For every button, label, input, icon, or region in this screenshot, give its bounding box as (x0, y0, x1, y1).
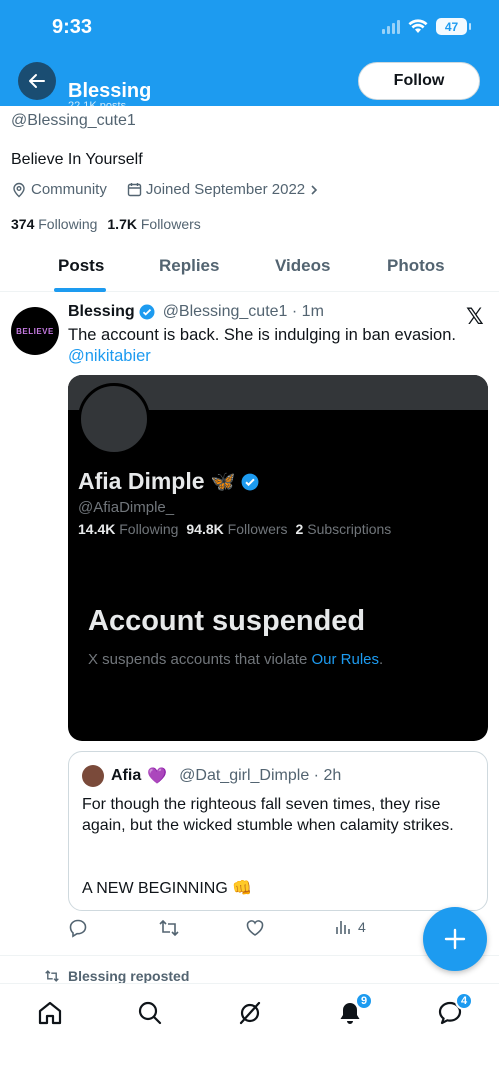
nav-notifications[interactable]: 9 (335, 992, 373, 1028)
media-suspended-title: Account suspended (88, 605, 366, 637)
tab-videos[interactable]: Videos (275, 256, 330, 276)
compose-button[interactable] (423, 907, 487, 971)
profile-header: 9:33 47 Blessing 22.1K posts Follow (0, 0, 499, 106)
reply-button[interactable] (68, 918, 88, 938)
heart-icon (246, 920, 264, 936)
battery-icon: 47 (436, 18, 471, 35)
bottom-nav: 9 4 (0, 983, 499, 1080)
category-label: Community (31, 181, 107, 198)
like-button[interactable] (245, 918, 265, 938)
tweet-header: Blessing @Blessing_cute1 · 1m (68, 303, 324, 321)
views-icon (336, 921, 350, 934)
tweet-text: The account is back. She is indulging in… (68, 326, 456, 344)
profile-handle: @Blessing_cute1 (11, 112, 136, 129)
media-suspended-desc: X suspends accounts that violate Our Rul… (88, 651, 384, 668)
tweet-mention[interactable]: @nikitabier (68, 347, 151, 366)
reposted-indicator: Blessing reposted (44, 969, 189, 983)
views-button[interactable]: 4 (334, 918, 366, 936)
wifi-icon (408, 19, 428, 33)
arrow-left-icon (29, 74, 45, 88)
repost-icon (159, 919, 179, 937)
messages-badge: 4 (455, 992, 473, 1010)
verified-badge-icon (242, 473, 259, 490)
butterfly-icon: 🦋 (210, 471, 236, 493)
verified-badge-icon (139, 304, 155, 320)
nav-grok[interactable] (235, 998, 265, 1028)
header-post-count: 22.1K posts (68, 100, 127, 106)
profile-meta: Community Joined September 2022 (11, 181, 319, 198)
quote-avatar (82, 765, 104, 787)
tab-photos[interactable]: Photos (387, 256, 445, 276)
repost-button[interactable] (158, 918, 180, 938)
active-tab-indicator (54, 288, 106, 292)
tweet-author-name[interactable]: Blessing (68, 303, 135, 321)
tweet-avatar[interactable]: BELIEVE (11, 307, 59, 355)
reply-icon (69, 919, 87, 938)
location-pin-icon (13, 182, 25, 197)
quoted-tweet[interactable]: Afia 💜 @Dat_girl_Dimple · 2h For though … (68, 751, 488, 911)
nav-home[interactable] (35, 998, 65, 1028)
follow-button[interactable]: Follow (358, 62, 480, 100)
following-link[interactable]: 374 Following (11, 216, 97, 232)
followers-link[interactable]: 1.7K Followers (107, 216, 200, 232)
nav-search[interactable] (135, 998, 165, 1028)
media-avatar (78, 383, 150, 455)
status-time: 9:33 (52, 16, 93, 38)
tweet-handle-time: @Blessing_cute1 · 1m (162, 303, 324, 320)
category: Community (11, 181, 107, 198)
tab-replies[interactable]: Replies (159, 256, 219, 276)
quote-header: Afia 💜 @Dat_girl_Dimple · 2h (111, 766, 341, 786)
repost-icon (45, 970, 59, 982)
quote-author-name: Afia (111, 767, 142, 784)
media-profile-name: Afia Dimple 🦋 (78, 468, 259, 495)
views-count: 4 (358, 919, 366, 935)
calendar-icon (127, 183, 142, 197)
divider (0, 955, 499, 956)
media-counts: 14.4K Following 94.8K Followers 2 Subscr… (78, 521, 392, 537)
chevron-right-icon (311, 184, 318, 195)
signal-icon (382, 19, 400, 34)
follow-counts: 374 Following 1.7K Followers (11, 216, 201, 232)
purple-heart-icon: 💜 (147, 768, 168, 785)
notifications-badge: 9 (355, 992, 373, 1010)
joined[interactable]: Joined September 2022 (127, 181, 319, 198)
profile-tabs: Posts Replies Videos Photos (0, 248, 499, 292)
tab-posts[interactable]: Posts (58, 256, 104, 276)
joined-label: Joined September 2022 (145, 181, 306, 198)
status-icons: 47 (382, 18, 471, 35)
plus-icon (444, 928, 466, 950)
quote-text: For though the righteous fall seven time… (82, 796, 454, 834)
back-button[interactable] (18, 62, 56, 100)
quote-handle-time: @Dat_girl_Dimple · 2h (179, 767, 342, 784)
grok-icon (239, 1001, 261, 1025)
media-handle: @AfiaDimple_ (78, 499, 175, 516)
nav-messages[interactable]: 4 (435, 992, 473, 1028)
quote-text-2: A NEW BEGINNING 👊 (82, 880, 253, 897)
profile-bio: Believe In Yourself (11, 151, 143, 168)
search-icon (138, 1001, 162, 1025)
home-icon (38, 1001, 62, 1025)
tweet-media-image[interactable]: Afia Dimple 🦋 @AfiaDimple_ 14.4K Followi… (68, 375, 488, 741)
